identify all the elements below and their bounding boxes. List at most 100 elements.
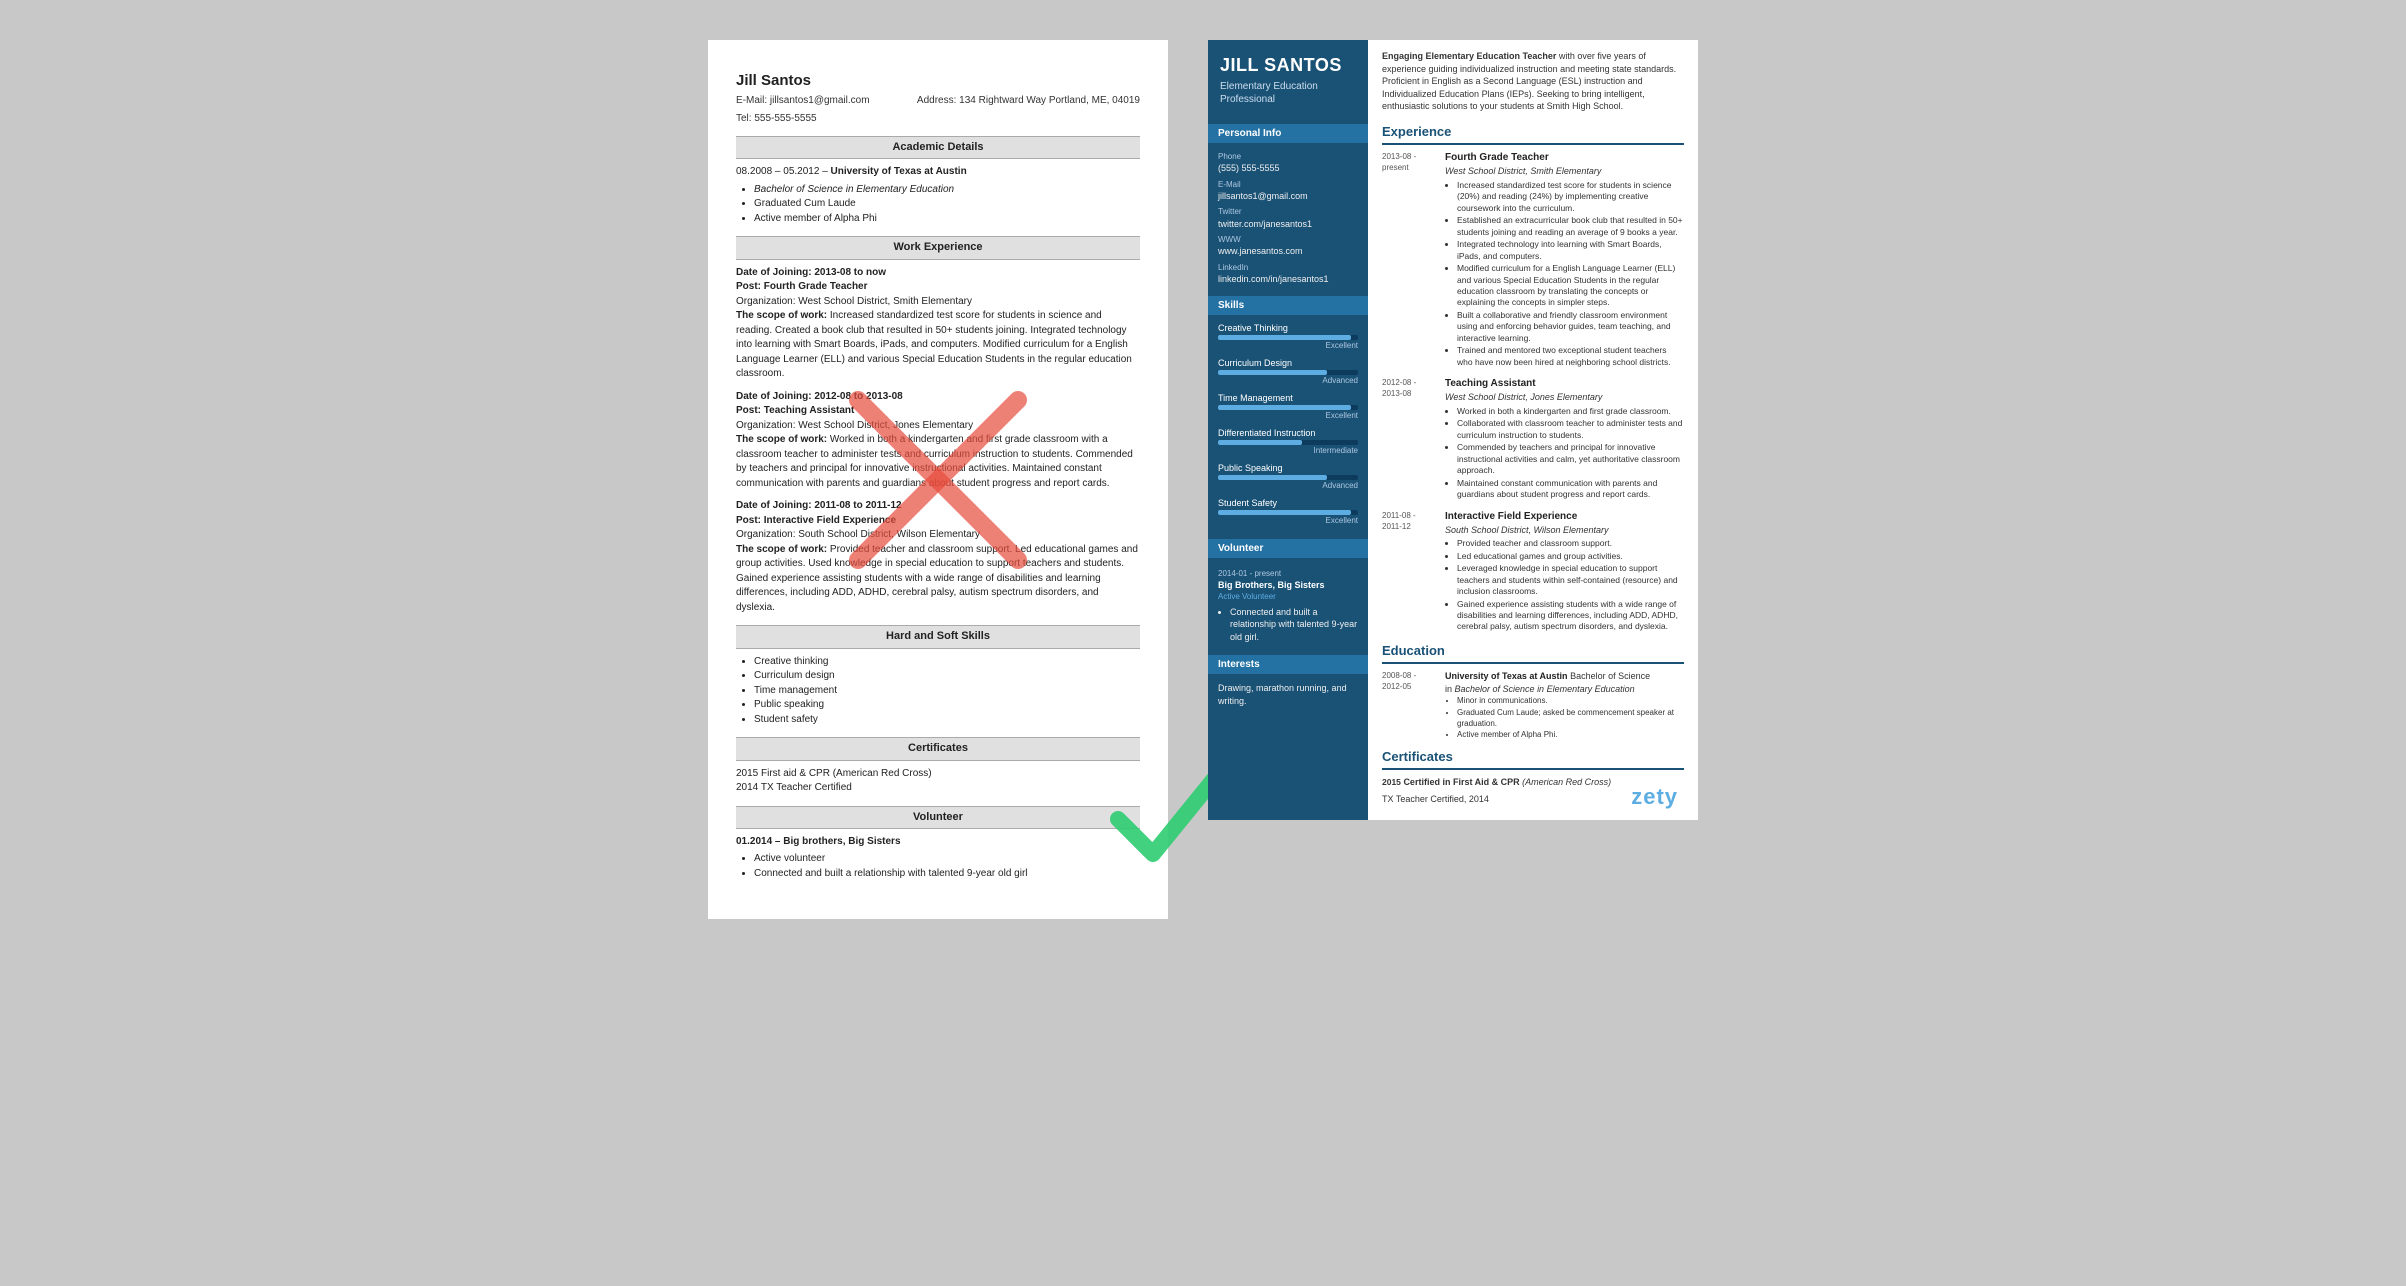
exp2-bullets: Worked in both a kindergarten and first …	[1445, 406, 1684, 501]
volunteer-dates: 2014-01 - present	[1218, 568, 1358, 579]
left-volunteer-item-2: Connected and built a relationship with …	[754, 867, 1140, 882]
volunteer-org: Big Brothers, Big Sisters	[1218, 579, 1358, 592]
exp3-b1: Provided teacher and classroom support.	[1457, 538, 1684, 549]
skill-time-bar-bg	[1218, 405, 1358, 410]
tel-label: Tel:	[736, 113, 752, 124]
address-label: Address:	[917, 95, 956, 106]
skill-time-bar-fill	[1218, 405, 1351, 410]
edu1-b2: Graduated Cum Laude; asked be commenceme…	[1457, 707, 1684, 729]
exp1-b5: Built a collaborative and friendly class…	[1457, 310, 1684, 344]
work-entry-2: Date of Joining: 2012-08 to 2013-08 Post…	[736, 390, 1140, 492]
work2-scope: The scope of work: Worked in both a kind…	[736, 433, 1140, 491]
exp2-b3: Commended by teachers and principal for …	[1457, 442, 1684, 476]
right-name: JILL SANTOS	[1220, 56, 1356, 76]
skill-diff-instruction: Differentiated Instruction Intermediate	[1208, 426, 1368, 461]
left-resume-wrapper: Jill Santos E-Mail: jillsantos1@gmail.co…	[708, 40, 1168, 919]
edu1-school: University of Texas at Austin	[1445, 671, 1568, 681]
work3-org: Organization: South School District, Wil…	[736, 528, 1140, 543]
twitter-value: twitter.com/janesantos1	[1218, 218, 1358, 231]
left-cert-2: 2014 TX Teacher Certified	[736, 781, 1140, 796]
volunteer-section-title: Volunteer	[736, 806, 1140, 829]
skill-safety-name: Student Safety	[1218, 498, 1358, 508]
exp2-dates: 2012-08 -2013-08	[1382, 377, 1437, 501]
left-name: Jill Santos	[736, 70, 1140, 91]
edu-item-2: Active member of Alpha Phi	[754, 212, 1140, 227]
work-entry-3: Date of Joining: 2011-08 to 2011-12 Post…	[736, 499, 1140, 615]
summary-text: Engaging Elementary Education Teacher wi…	[1382, 50, 1684, 113]
left-email-line: E-Mail: jillsantos1@gmail.com	[736, 94, 870, 108]
skill-public-bar-fill	[1218, 475, 1327, 480]
work1-scope: The scope of work: Increased standardize…	[736, 309, 1140, 382]
exp-entry-1: 2013-08 -present Fourth Grade Teacher We…	[1382, 151, 1684, 369]
left-volunteer-item-1: Active volunteer	[754, 852, 1140, 867]
linkedin-label: LinkedIn	[1218, 262, 1358, 273]
skill-diff-name: Differentiated Instruction	[1218, 428, 1358, 438]
right-resume-wrapper: JILL SANTOS Elementary Education Profess…	[1208, 40, 1698, 820]
exp3-b2: Led educational games and group activiti…	[1457, 551, 1684, 562]
certs-section-title-right: Certificates	[1382, 748, 1684, 770]
cert2-text: TX Teacher Certified, 2014	[1382, 794, 1489, 804]
skill-time-name: Time Management	[1218, 393, 1358, 403]
work1-org: Organization: West School District, Smit…	[736, 295, 1140, 310]
edu1-b1: Minor in communications.	[1457, 695, 1684, 706]
exp2-org: West School District, Jones Elementary	[1445, 391, 1684, 404]
right-resume: JILL SANTOS Elementary Education Profess…	[1208, 40, 1698, 820]
left-email: jillsantos1@gmail.com	[770, 95, 870, 106]
exp3-content: Interactive Field Experience South Schoo…	[1445, 510, 1684, 634]
exp-entry-2: 2012-08 -2013-08 Teaching Assistant West…	[1382, 377, 1684, 501]
skill-diff-level: Intermediate	[1218, 446, 1358, 455]
work-entry-1: Date of Joining: 2013-08 to now Post: Fo…	[736, 266, 1140, 382]
edu-degree: Bachelor of Science in Elementary Educat…	[754, 183, 1140, 198]
exp3-dates: 2011-08 -2011-12	[1382, 510, 1437, 634]
exp-entry-3: 2011-08 -2011-12 Interactive Field Exper…	[1382, 510, 1684, 634]
skill-4: Public speaking	[754, 698, 1140, 713]
skills-section-title: Hard and Soft Skills	[736, 625, 1140, 648]
skill-public-name: Public Speaking	[1218, 463, 1358, 473]
work2-date: Date of Joining: 2012-08 to 2013-08	[736, 390, 1140, 405]
right-title: Elementary Education Professional	[1220, 80, 1356, 106]
personal-info-title: Personal Info	[1208, 124, 1368, 143]
email-label-right: E-mail	[1218, 179, 1358, 190]
phone-label: Phone	[1218, 151, 1358, 162]
skill-creative-thinking: Creative Thinking Excellent	[1208, 321, 1368, 356]
twitter-label: Twitter	[1218, 206, 1358, 217]
edu-school: University of Texas at Austin	[831, 166, 967, 177]
skill-creative-bar-fill	[1218, 335, 1351, 340]
exp1-b3: Integrated technology into learning with…	[1457, 239, 1684, 262]
exp2-b4: Maintained constant communication with p…	[1457, 478, 1684, 501]
skill-curriculum-bar-bg	[1218, 370, 1358, 375]
edu-dates: 08.2008 – 05.2012	[736, 166, 819, 177]
skill-diff-bar-bg	[1218, 440, 1358, 445]
phone-value: (555) 555-5555	[1218, 162, 1358, 175]
edu1-bullets: Minor in communications. Graduated Cum L…	[1445, 695, 1684, 740]
interests-text: Drawing, marathon running, and writing.	[1208, 680, 1368, 709]
skill-safety-bar-fill	[1218, 510, 1351, 515]
volunteer-bullets: Connected and built a relationship with …	[1218, 606, 1358, 644]
exp1-title: Fourth Grade Teacher	[1445, 151, 1684, 165]
twitter-item: Twitter twitter.com/janesantos1	[1208, 204, 1368, 232]
skills-title: Skills	[1208, 296, 1368, 315]
exp1-content: Fourth Grade Teacher West School Distric…	[1445, 151, 1684, 369]
volunteer-title: Volunteer	[1208, 539, 1368, 558]
skill-student-safety: Student Safety Excellent	[1208, 496, 1368, 531]
edu-entry-1: 2008-08 -2012-05 University of Texas at …	[1382, 670, 1684, 740]
right-sidebar: JILL SANTOS Elementary Education Profess…	[1208, 40, 1368, 820]
skill-2: Curriculum design	[754, 669, 1140, 684]
www-item: WWW www.janesantos.com	[1208, 232, 1368, 260]
exp3-b4: Gained experience assisting students wit…	[1457, 599, 1684, 633]
email-value: jillsantos1@gmail.com	[1218, 190, 1358, 203]
exp3-b3: Leveraged knowledge in special education…	[1457, 563, 1684, 597]
www-label: WWW	[1218, 234, 1358, 245]
skill-curriculum-bar-fill	[1218, 370, 1327, 375]
right-main: Engaging Elementary Education Teacher wi…	[1368, 40, 1698, 820]
work-section-title: Work Experience	[736, 236, 1140, 259]
left-header: Jill Santos E-Mail: jillsantos1@gmail.co…	[736, 70, 1140, 126]
zety-watermark: zety	[1631, 784, 1678, 810]
left-address-line: Address: 134 Rightward Way Portland, ME,…	[917, 94, 1140, 108]
linkedin-value: linkedin.com/in/janesantos1	[1218, 273, 1358, 286]
exp3-org: South School District, Wilson Elementary	[1445, 524, 1684, 537]
www-value: www.janesantos.com	[1218, 245, 1358, 258]
skill-public-speaking: Public Speaking Advanced	[1208, 461, 1368, 496]
exp1-org: West School District, Smith Elementary	[1445, 165, 1684, 178]
volunteer-bullet-1: Connected and built a relationship with …	[1230, 606, 1358, 644]
